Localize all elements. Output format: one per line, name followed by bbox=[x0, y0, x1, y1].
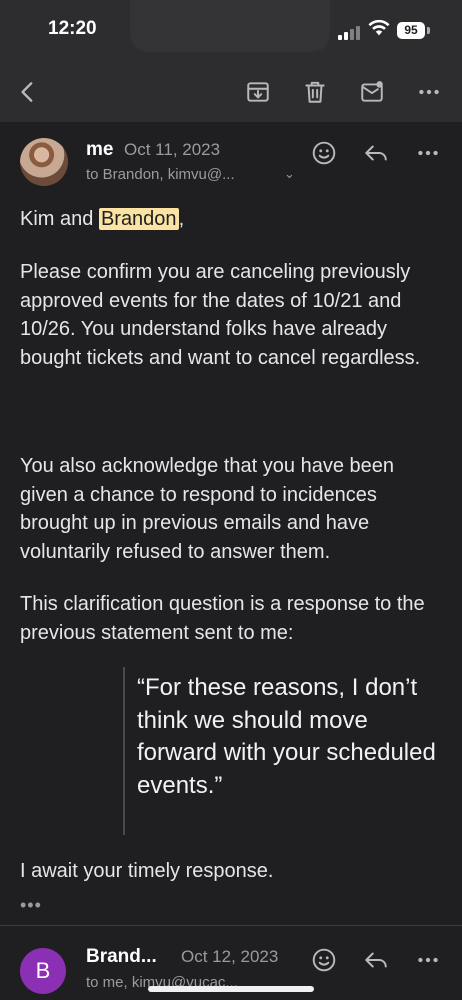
emoji-icon bbox=[312, 948, 336, 972]
reply-icon bbox=[365, 145, 387, 161]
paragraph: You also acknowledge that you have been … bbox=[20, 455, 394, 563]
closing-line: I await your timely response. bbox=[20, 860, 274, 882]
react-button[interactable] bbox=[309, 138, 339, 168]
battery-tip bbox=[427, 27, 430, 34]
wifi-icon bbox=[368, 18, 390, 38]
more-horizontal-icon bbox=[419, 89, 439, 95]
status-bar: 12:20 95 bbox=[0, 0, 462, 62]
status-island bbox=[130, 0, 330, 52]
recipients[interactable]: to Brandon, kimvu@... bbox=[86, 166, 235, 183]
chevron-left-icon bbox=[21, 82, 33, 102]
archive-icon bbox=[247, 82, 269, 102]
blockquote: “For these reasons, I don’t think we sho… bbox=[137, 674, 436, 799]
message-more-button[interactable] bbox=[413, 945, 443, 975]
more-button[interactable] bbox=[411, 74, 447, 110]
more-horizontal-icon bbox=[418, 150, 438, 156]
archive-button[interactable] bbox=[240, 74, 276, 110]
mail-toolbar bbox=[0, 62, 462, 122]
avatar: B bbox=[20, 948, 66, 994]
battery-indicator: 95 bbox=[397, 22, 425, 39]
sender-name: me bbox=[86, 139, 114, 160]
react-button[interactable] bbox=[309, 945, 339, 975]
home-indicator[interactable] bbox=[148, 986, 314, 992]
show-more-button[interactable]: ••• bbox=[20, 895, 42, 916]
status-time: 12:20 bbox=[48, 18, 97, 39]
more-horizontal-icon bbox=[418, 957, 438, 963]
highlighted-name: Brandon bbox=[98, 208, 179, 230]
message-more-button[interactable] bbox=[413, 138, 443, 168]
reply-button[interactable] bbox=[361, 945, 391, 975]
delete-button[interactable] bbox=[297, 74, 333, 110]
mark-unread-button[interactable] bbox=[354, 74, 390, 110]
avatar bbox=[20, 138, 68, 186]
divider bbox=[0, 925, 462, 926]
greeting: Kim and Brandon, bbox=[20, 205, 442, 234]
mail-unread-icon bbox=[361, 81, 383, 102]
message-header[interactable]: me Oct 11, 2023 to Brandon, kimvu@... ⌄ bbox=[0, 128, 462, 196]
cellular-signal-icon bbox=[338, 24, 362, 40]
greeting-prefix: Kim and bbox=[20, 208, 99, 230]
paragraph: Please confirm you are canceling previou… bbox=[20, 261, 421, 369]
message-date: Oct 11, 2023 bbox=[124, 140, 221, 159]
quote-bar bbox=[123, 667, 125, 835]
emoji-icon bbox=[312, 141, 336, 165]
chevron-down-icon[interactable]: ⌄ bbox=[284, 166, 295, 182]
paragraph: This clarification question is a respons… bbox=[20, 593, 425, 644]
reply-icon bbox=[365, 952, 387, 968]
sender-name: Brand... bbox=[86, 946, 157, 967]
trash-icon bbox=[305, 81, 325, 103]
message-date: Oct 12, 2023 bbox=[181, 947, 279, 966]
reply-button[interactable] bbox=[361, 138, 391, 168]
back-button[interactable] bbox=[10, 74, 46, 110]
greeting-suffix: , bbox=[178, 208, 185, 230]
